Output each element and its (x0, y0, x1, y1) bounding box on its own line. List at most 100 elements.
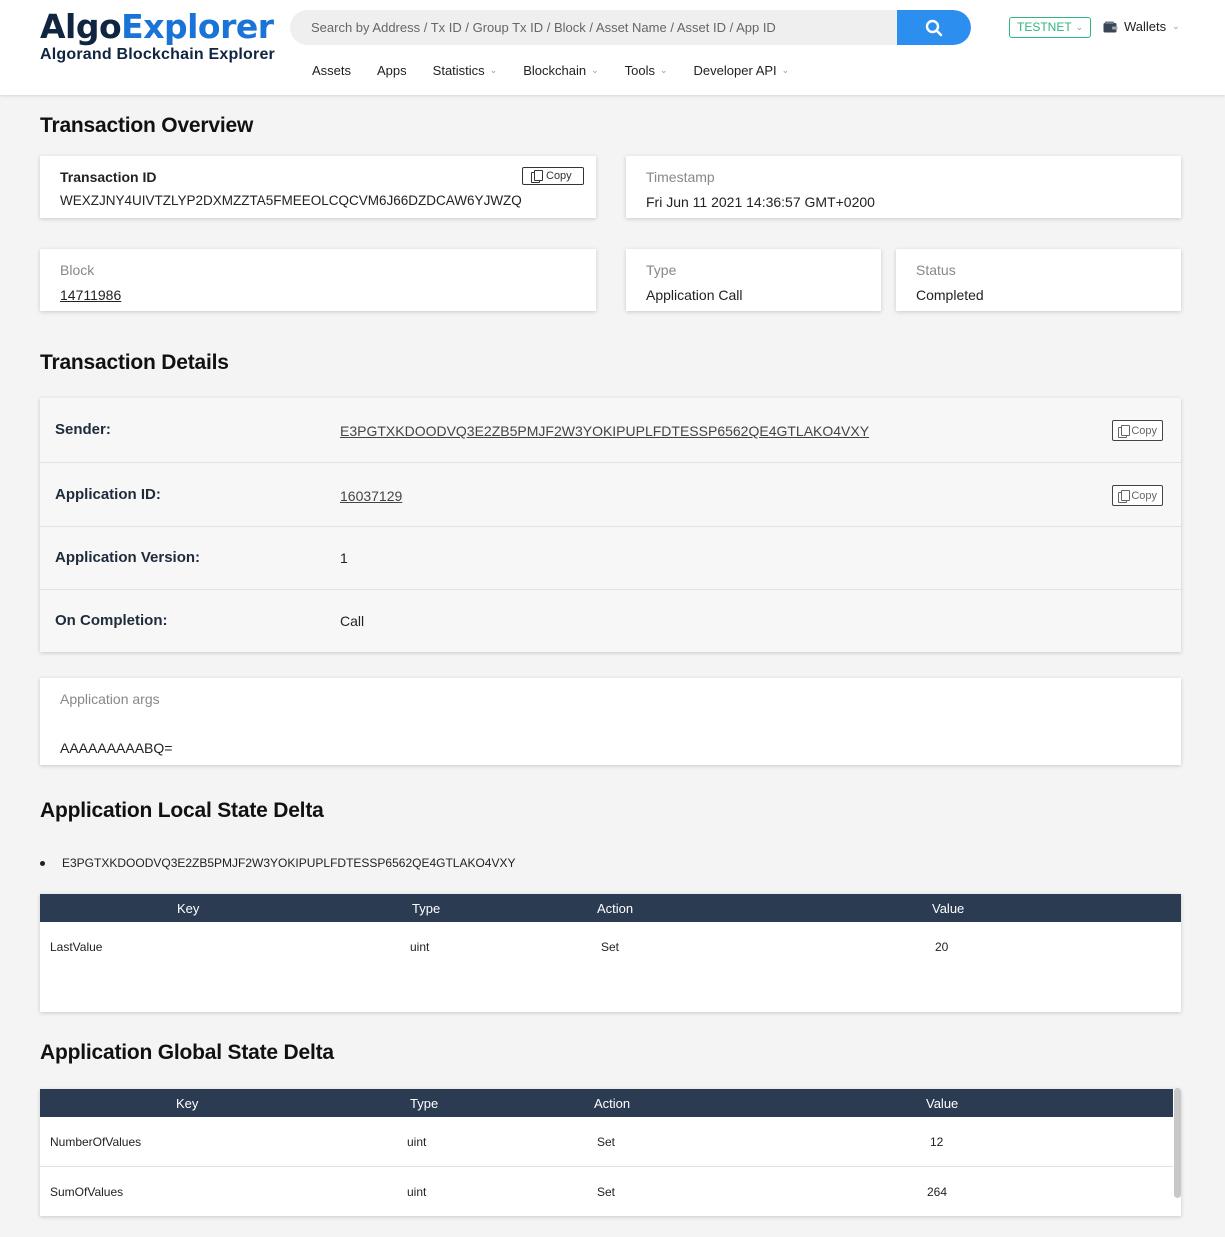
transaction-overview-title: Transaction Overview (40, 114, 254, 137)
local-state-account-address: E3PGTXKDOODVQ3E2ZB5PMJF2W3YOKIPUPLFDTESS… (62, 856, 516, 870)
nav-label: Statistics (432, 63, 485, 78)
type-value: Application Call (646, 287, 743, 303)
column-header-key: Key (176, 1096, 199, 1111)
wallets-menu[interactable]: Wallets ⌄ (1103, 19, 1180, 34)
nav-label: Apps (377, 63, 407, 78)
cell-type: uint (407, 1185, 427, 1199)
network-label: TESTNET (1017, 20, 1072, 34)
nav-apps[interactable]: Apps (377, 63, 407, 78)
table-scrollbar[interactable] (1174, 1088, 1181, 1198)
tx-id-card: Transaction ID WEXZJNY4UIVTZLYP2DXMZZTA5… (40, 156, 596, 218)
sender-label: Sender: (55, 421, 111, 438)
detail-row-on-completion: On Completion: Call (40, 589, 1181, 652)
chevron-down-icon: ⌄ (1172, 21, 1180, 31)
on-completion-label: On Completion: (55, 612, 168, 629)
nav-statistics[interactable]: Statistics ⌄ (433, 63, 498, 78)
application-args-card: Application args AAAAAAAAABQ= (40, 678, 1181, 765)
top-header: AlgoExplorer Algorand Blockchain Explore… (0, 0, 1225, 95)
status-value: Completed (916, 287, 984, 303)
nav-label: Blockchain (523, 63, 587, 78)
column-header-value: Value (932, 901, 965, 916)
detail-row-sender: Sender: E3PGTXKDOODVQ3E2ZB5PMJF2W3YOKIPU… (40, 398, 1181, 462)
chevron-down-icon: ⌄ (660, 65, 668, 75)
network-selector[interactable]: TESTNET ⌄ (1009, 17, 1092, 38)
cell-action: Set (597, 1185, 616, 1199)
nav-label: Developer API (693, 63, 777, 78)
block-card: Block 14711986 (40, 249, 596, 311)
timestamp-card: Timestamp Fri Jun 11 2021 14:36:57 GMT+0… (626, 156, 1181, 218)
nav-blockchain[interactable]: Blockchain ⌄ (523, 63, 598, 78)
copy-app-id-button[interactable]: Copy (1112, 485, 1163, 506)
cell-key: NumberOfValues (50, 1135, 142, 1149)
row-divider (40, 1166, 1173, 1167)
status-label: Status (916, 262, 956, 278)
timestamp-value: Fri Jun 11 2021 14:36:57 GMT+0200 (646, 194, 875, 210)
copy-label: Copy (1131, 489, 1157, 502)
copy-sender-button[interactable]: Copy (1112, 420, 1163, 441)
cell-type: uint (410, 940, 430, 954)
chevron-down-icon: ⌄ (591, 65, 599, 75)
local-state-account: E3PGTXKDOODVQ3E2ZB5PMJF2W3YOKIPUPLFDTESS… (40, 856, 516, 870)
chevron-down-icon: ⌄ (1075, 22, 1084, 32)
app-version-value: 1 (340, 550, 348, 566)
table-header: Key Type Action Value (40, 1089, 1173, 1117)
block-link[interactable]: 14711986 (60, 287, 121, 303)
tx-id-value: WEXZJNY4UIVTZLYP2DXMZZTA5FMEEOLCQCVM6J66… (60, 193, 522, 208)
copy-label: Copy (1131, 424, 1157, 437)
copy-tx-id-button[interactable]: Copy (522, 167, 584, 185)
column-header-type: Type (412, 901, 441, 916)
logo[interactable]: AlgoExplorer Algorand Blockchain Explore… (40, 8, 275, 64)
wallet-icon (1103, 21, 1118, 32)
type-card: Type Application Call (626, 249, 881, 311)
cell-value: 264 (927, 1185, 948, 1199)
nav-label: Assets (312, 63, 352, 78)
cell-action: Set (597, 1135, 616, 1149)
copy-icon (531, 170, 543, 183)
status-card: Status Completed (896, 249, 1181, 311)
cell-key: SumOfValues (50, 1185, 124, 1199)
cell-value: 20 (935, 940, 949, 954)
nav-tools[interactable]: Tools ⌄ (625, 63, 668, 78)
on-completion-value: Call (340, 613, 365, 629)
chevron-down-icon: ⌄ (781, 65, 790, 75)
global-state-table: Key Type Action Value NumberOfValues uin… (40, 1089, 1181, 1216)
global-state-title: Application Global State Delta (40, 1041, 334, 1064)
local-state-title: Application Local State Delta (40, 799, 324, 822)
application-args-value: AAAAAAAAABQ= (60, 740, 173, 756)
cell-action: Set (601, 940, 620, 954)
detail-row-app-version: Application Version: 1 (40, 526, 1181, 589)
search-bar (290, 10, 971, 45)
detail-row-app-id: Application ID: 16037129 Copy (40, 462, 1181, 526)
search-button[interactable] (897, 10, 971, 45)
column-header-action: Action (597, 901, 634, 916)
copy-icon (1118, 489, 1131, 503)
nav-label: Tools (624, 63, 655, 78)
copy-icon (1118, 424, 1131, 438)
logo-algo: Algo (40, 7, 122, 46)
app-id-link[interactable]: 16037129 (340, 488, 402, 504)
app-version-label: Application Version: (55, 549, 201, 566)
type-label: Type (646, 262, 677, 278)
bullet-dot (40, 860, 45, 866)
column-header-type: Type (410, 1096, 439, 1111)
nav-assets[interactable]: Assets (312, 63, 351, 78)
column-header-action: Action (594, 1096, 631, 1111)
app-id-label: Application ID: (55, 486, 161, 503)
timestamp-label: Timestamp (646, 169, 715, 185)
cell-value: 12 (930, 1135, 944, 1149)
local-state-table: Key Type Action Value LastValue uint Set… (40, 894, 1181, 1012)
transaction-details-title: Transaction Details (40, 351, 229, 374)
logo-wordmark[interactable]: AlgoExplorer (40, 8, 275, 46)
details-table: Sender: E3PGTXKDOODVQ3E2ZB5PMJF2W3YOKIPU… (40, 398, 1181, 652)
search-input[interactable] (290, 10, 897, 45)
nav-developer-api[interactable]: Developer API ⌄ (694, 63, 790, 78)
cell-type: uint (407, 1135, 427, 1149)
wallets-label: Wallets (1124, 19, 1167, 34)
tx-id-label: Transaction ID (60, 169, 157, 185)
main-nav: Assets Apps Statistics ⌄ Blockchain ⌄ Tool… (312, 63, 815, 78)
chevron-down-icon: ⌄ (489, 65, 498, 75)
column-header-value: Value (926, 1096, 959, 1111)
search-icon (925, 19, 943, 36)
logo-subtitle: Algorand Blockchain Explorer (40, 46, 275, 63)
sender-link[interactable]: E3PGTXKDOODVQ3E2ZB5PMJF2W3YOKIPUPLFDTESS… (340, 423, 869, 439)
